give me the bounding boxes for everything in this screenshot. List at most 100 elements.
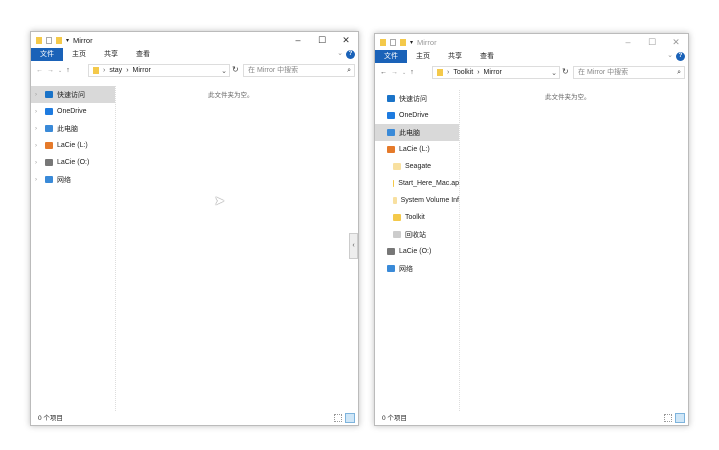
maximize-button[interactable]: ☐ bbox=[640, 34, 664, 50]
sidebar-item[interactable]: LaCie (L:) bbox=[375, 141, 459, 158]
ribbon-tabs: 文件 主页 共享 查看 bbox=[375, 50, 688, 63]
properties-icon[interactable] bbox=[390, 38, 396, 46]
window-title: Mirror bbox=[73, 35, 93, 45]
search-input[interactable]: 在 Mirror 中搜索 ⌕ bbox=[243, 64, 355, 77]
up-button[interactable]: ↑ bbox=[410, 69, 414, 76]
sidebar-item[interactable]: 快速访问 bbox=[375, 90, 459, 107]
sidebar-item[interactable]: OneDrive bbox=[375, 107, 459, 124]
tab-share[interactable]: 共享 bbox=[439, 50, 471, 63]
large-icons-view-button[interactable] bbox=[345, 413, 355, 423]
close-button[interactable]: ✕ bbox=[334, 32, 358, 48]
help-icon[interactable]: ? bbox=[346, 50, 355, 59]
customize-toolbar-icon[interactable]: ▾ bbox=[410, 39, 413, 46]
sidebar-item-label: OneDrive bbox=[399, 112, 429, 119]
computer-icon bbox=[45, 125, 53, 132]
sidebar-item-label: LaCie (L:) bbox=[399, 146, 430, 153]
up-button[interactable]: ↑ bbox=[66, 67, 70, 74]
sidebar-item[interactable]: LaCie (O:) bbox=[375, 243, 459, 260]
help-icon[interactable]: ? bbox=[676, 52, 685, 61]
recycle-bin-icon bbox=[393, 231, 401, 238]
address-dropdown-icon[interactable]: ⌄ bbox=[221, 67, 227, 75]
tab-view[interactable]: 查看 bbox=[127, 48, 159, 61]
sidebar-item-label: 回收站 bbox=[405, 231, 426, 239]
navigation-pane: › 快速访问 › OneDrive › 此电脑 › LaCie (L:) › L… bbox=[31, 86, 116, 411]
tab-home[interactable]: 主页 bbox=[407, 50, 439, 63]
search-placeholder: 在 Mirror 中搜索 bbox=[248, 67, 299, 74]
drive-icon bbox=[45, 142, 53, 149]
network-icon bbox=[45, 176, 53, 183]
expand-ribbon-icon[interactable]: ⌄ bbox=[667, 51, 673, 59]
expand-ribbon-icon[interactable]: ⌄ bbox=[337, 49, 343, 57]
breadcrumb-item[interactable]: Toolkit bbox=[453, 69, 473, 76]
drive-icon bbox=[387, 248, 395, 255]
expand-arrow-icon[interactable]: › bbox=[35, 160, 41, 166]
address-dropdown-icon[interactable]: ⌄ bbox=[551, 69, 557, 77]
ribbon-tabs: 文件 主页 共享 查看 bbox=[31, 48, 358, 61]
sidebar-item-label: System Volume Inf bbox=[400, 197, 459, 204]
sidebar-item[interactable]: › OneDrive bbox=[31, 103, 115, 120]
folder-icon bbox=[393, 163, 401, 170]
tab-view[interactable]: 查看 bbox=[471, 50, 503, 63]
sidebar-item[interactable]: 回收站 bbox=[375, 226, 459, 243]
expand-arrow-icon[interactable]: › bbox=[35, 143, 41, 149]
properties-icon[interactable] bbox=[46, 36, 52, 44]
explorer-window-right: ▾ Mirror – ☐ ✕ 文件 主页 共享 查看 ⌄ ? ← → ⌄ ↑ › To… bbox=[374, 33, 689, 426]
sidebar-item[interactable]: System Volume Inf bbox=[375, 192, 459, 209]
close-button[interactable]: ✕ bbox=[664, 34, 688, 50]
sidebar-item[interactable]: Seagate bbox=[375, 158, 459, 175]
search-icon: ⌕ bbox=[677, 69, 681, 76]
sidebar-item-label: 快速访问 bbox=[57, 91, 85, 99]
sidebar-item-label: 网络 bbox=[399, 265, 413, 273]
tab-home[interactable]: 主页 bbox=[63, 48, 95, 61]
breadcrumb-item[interactable]: Mirror bbox=[133, 67, 151, 74]
address-bar[interactable]: › stay › Mirror ⌄ bbox=[88, 64, 230, 77]
collapse-panel-button[interactable]: ‹ bbox=[349, 233, 358, 259]
sidebar-item-label: LaCie (L:) bbox=[57, 142, 88, 149]
refresh-icon[interactable]: ↻ bbox=[562, 67, 569, 76]
forward-button[interactable]: → bbox=[391, 69, 398, 76]
tab-file[interactable]: 文件 bbox=[31, 48, 63, 61]
minimize-button[interactable]: – bbox=[616, 34, 640, 50]
empty-folder-message: 此文件夹为空。 bbox=[545, 94, 591, 101]
minimize-button[interactable]: – bbox=[286, 32, 310, 48]
sidebar-item[interactable]: › LaCie (O:) bbox=[31, 154, 115, 171]
new-folder-icon[interactable] bbox=[400, 38, 406, 46]
expand-arrow-icon[interactable]: › bbox=[35, 126, 41, 132]
sidebar-item[interactable]: › 网络 bbox=[31, 171, 115, 188]
sidebar-item-label: 快速访问 bbox=[399, 95, 427, 103]
expand-arrow-icon[interactable]: › bbox=[35, 109, 41, 115]
expand-arrow-icon[interactable]: › bbox=[35, 177, 41, 183]
back-button[interactable]: ← bbox=[36, 67, 43, 74]
sidebar-item[interactable]: › 此电脑 bbox=[31, 120, 115, 137]
expand-arrow-icon[interactable]: › bbox=[35, 92, 41, 98]
cloud-icon bbox=[387, 112, 395, 119]
tab-file[interactable]: 文件 bbox=[375, 50, 407, 63]
details-view-button[interactable] bbox=[664, 414, 672, 422]
new-folder-icon[interactable] bbox=[56, 36, 62, 44]
sidebar-item-label: 此电脑 bbox=[57, 125, 78, 133]
sidebar-item[interactable]: Toolkit bbox=[375, 209, 459, 226]
address-bar[interactable]: › Toolkit › Mirror ⌄ bbox=[432, 66, 560, 79]
sidebar-item[interactable]: › 快速访问 bbox=[31, 86, 115, 103]
sidebar-item[interactable]: 此电脑 bbox=[375, 124, 459, 141]
tab-share[interactable]: 共享 bbox=[95, 48, 127, 61]
search-input[interactable]: 在 Mirror 中搜索 ⌕ bbox=[573, 66, 685, 79]
empty-folder-message: 此文件夹为空。 bbox=[208, 92, 254, 99]
folder-icon bbox=[393, 180, 395, 187]
large-icons-view-button[interactable] bbox=[675, 413, 685, 423]
maximize-button[interactable]: ☐ bbox=[310, 32, 334, 48]
sidebar-item-label: Toolkit bbox=[405, 214, 425, 221]
sidebar-item[interactable]: Start_Here_Mac.ap bbox=[375, 175, 459, 192]
recent-locations-button[interactable]: ⌄ bbox=[58, 68, 62, 74]
customize-toolbar-icon[interactable]: ▾ bbox=[66, 37, 69, 44]
back-button[interactable]: ← bbox=[380, 69, 387, 76]
recent-locations-button[interactable]: ⌄ bbox=[402, 70, 406, 76]
search-icon: ⌕ bbox=[347, 67, 351, 74]
breadcrumb-item[interactable]: Mirror bbox=[484, 69, 502, 76]
breadcrumb-item[interactable]: stay bbox=[109, 67, 122, 74]
sidebar-item[interactable]: › LaCie (L:) bbox=[31, 137, 115, 154]
details-view-button[interactable] bbox=[334, 414, 342, 422]
refresh-icon[interactable]: ↻ bbox=[232, 65, 239, 74]
sidebar-item[interactable]: 网络 bbox=[375, 260, 459, 277]
forward-button[interactable]: → bbox=[47, 67, 54, 74]
